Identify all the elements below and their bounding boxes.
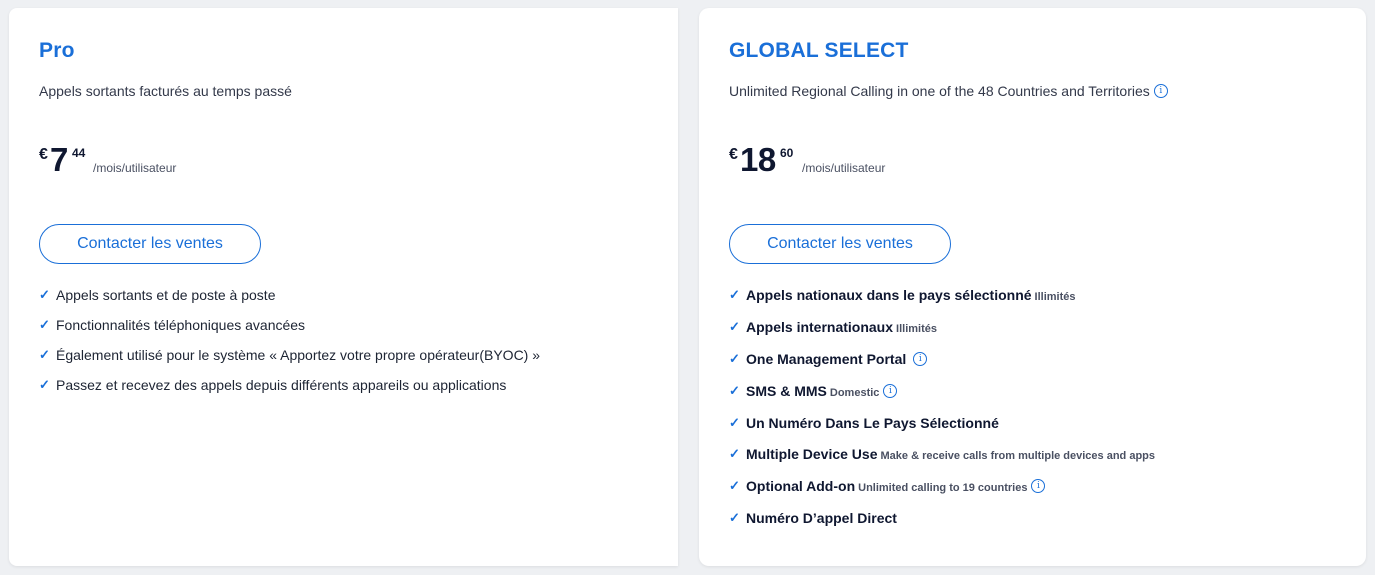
feature-title: Appels internationaux <box>746 319 894 335</box>
price-currency: € <box>729 146 738 163</box>
price-cents: 44 <box>72 146 86 160</box>
feature-subtitle: Illimités <box>896 323 937 335</box>
check-icon: ✓ <box>729 415 740 430</box>
contact-sales-button[interactable]: Contacter les ventes <box>729 224 951 264</box>
feature-title: Numéro D’appel Direct <box>746 510 897 526</box>
feature-title: Un Numéro Dans Le Pays Sélectionné <box>746 415 999 431</box>
feature-item: ✓ Un Numéro Dans Le Pays Sélectionné <box>729 414 1155 445</box>
feature-item: ✓ Passez et recevez des appels depuis di… <box>39 376 540 406</box>
feature-subtitle: Domestic <box>829 387 880 399</box>
price-period: /mois/utilisateur <box>802 161 886 175</box>
price-currency: € <box>39 146 48 163</box>
price-cents: 60 <box>780 146 794 160</box>
feature-title: Appels nationaux dans le pays sélectionn… <box>746 287 1032 303</box>
feature-title: SMS & MMS <box>746 383 827 399</box>
feature-item: ✓ Fonctionnalités téléphoniques avancées <box>39 316 540 346</box>
plan-description: Unlimited Regional Calling in one of the… <box>729 83 1168 99</box>
feature-title: Optional Add-on <box>746 478 856 494</box>
plan-description: Appels sortants facturés au temps passé <box>39 83 292 99</box>
feature-item: ✓ Optional Add-on Unlimited calling to 19… <box>729 477 1155 509</box>
feature-item: ✓ Numéro D’appel Direct <box>729 509 1155 539</box>
check-icon: ✓ <box>729 510 740 525</box>
check-icon: ✓ <box>39 287 50 302</box>
feature-item: ✓ SMS & MMS Domestic i <box>729 382 1155 414</box>
info-icon[interactable]: i <box>913 352 928 367</box>
info-icon[interactable]: i <box>883 384 898 399</box>
info-icon[interactable]: i <box>1031 479 1046 494</box>
feature-item: ✓ Appels internationaux Illimités <box>729 318 1155 350</box>
check-icon: ✓ <box>729 319 740 334</box>
check-icon: ✓ <box>729 446 740 461</box>
price-amount: 18 <box>740 141 776 178</box>
check-icon: ✓ <box>39 377 50 392</box>
feature-subtitle: Illimités <box>1034 291 1076 303</box>
feature-item: ✓ Appels nationaux dans le pays sélectio… <box>729 286 1155 318</box>
feature-title: One Management Portal <box>746 351 907 367</box>
price-amount: 7 <box>50 141 68 178</box>
check-icon: ✓ <box>39 317 50 332</box>
plan-card-pro: Pro Appels sortants facturés au temps pa… <box>9 8 678 566</box>
check-icon: ✓ <box>729 383 740 398</box>
plan-title: GLOBAL SELECT <box>729 39 909 62</box>
feature-item: ✓ Appels sortants et de poste à poste <box>39 286 540 316</box>
plan-card-global-select: GLOBAL SELECT Unlimited Regional Calling… <box>699 8 1366 566</box>
feature-subtitle: Unlimited calling to 19 countries <box>858 482 1028 494</box>
plan-description-text: Unlimited Regional Calling in one of the… <box>729 83 1150 99</box>
feature-label: Également utilisé pour le système « Appo… <box>56 347 541 363</box>
feature-item: ✓ Également utilisé pour le système « Ap… <box>39 346 540 376</box>
feature-title: Multiple Device Use <box>746 446 878 462</box>
feature-subtitle: Make & receive calls from multiple devic… <box>880 450 1156 462</box>
feature-item: ✓ One Management Portal i <box>729 350 1155 382</box>
info-icon[interactable]: i <box>1153 84 1168 99</box>
check-icon: ✓ <box>39 347 50 362</box>
feature-label: Fonctionnalités téléphoniques avancées <box>56 317 306 333</box>
check-icon: ✓ <box>729 287 740 302</box>
feature-label: Passez et recevez des appels depuis diff… <box>56 377 507 393</box>
check-icon: ✓ <box>729 351 740 366</box>
check-icon: ✓ <box>729 478 740 493</box>
contact-sales-button[interactable]: Contacter les ventes <box>39 224 261 264</box>
price-period: /mois/utilisateur <box>93 161 177 175</box>
feature-list: ✓ Appels nationaux dans le pays sélectio… <box>729 286 1155 539</box>
plan-title: Pro <box>39 39 75 62</box>
feature-item: ✓ Multiple Device Use Make & receive call… <box>729 445 1155 477</box>
feature-label: Appels sortants et de poste à poste <box>56 287 276 303</box>
feature-list: ✓ Appels sortants et de poste à poste ✓ … <box>39 286 540 406</box>
